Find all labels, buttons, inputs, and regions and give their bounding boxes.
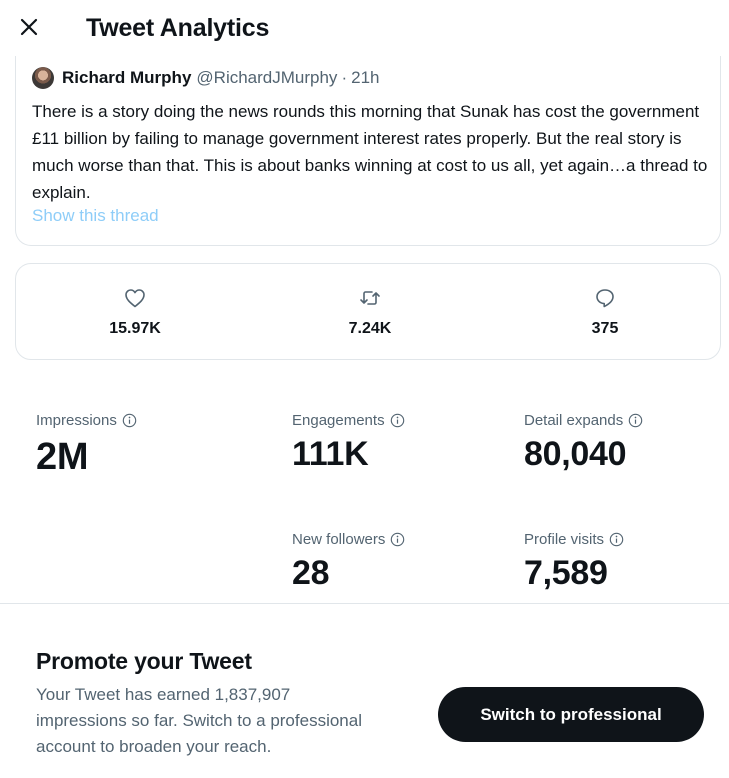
- tweet-text: There is a story doing the news rounds t…: [32, 102, 708, 202]
- divider: [0, 603, 729, 604]
- engagements-label: Engagements: [292, 412, 385, 429]
- close-icon: [20, 18, 38, 36]
- tweet-card[interactable]: Richard Murphy @RichardJMurphy · 21h The…: [15, 56, 721, 246]
- new-followers-label: New followers: [292, 531, 386, 548]
- header: Tweet Analytics: [0, 0, 729, 58]
- new-followers-value: 28: [292, 554, 330, 592]
- heart-icon: [125, 289, 145, 308]
- info-icon[interactable]: [122, 413, 137, 428]
- detail-expands-stat: Detail expands 80,040: [524, 412, 643, 474]
- switch-to-professional-button[interactable]: Switch to professional: [438, 687, 704, 742]
- tweet-time[interactable]: 21h: [351, 68, 379, 88]
- new-followers-stat: New followers 28: [292, 531, 405, 593]
- info-icon[interactable]: [628, 413, 643, 428]
- engagements-stat: Engagements 111K: [292, 412, 405, 474]
- impressions-value: 2M: [36, 436, 89, 478]
- retweets-metric[interactable]: 7.24K: [305, 286, 435, 338]
- engagements-value: 111K: [292, 435, 369, 473]
- close-button[interactable]: [14, 12, 44, 42]
- engagement-metrics-card: 15.97K 7.24K 375: [15, 263, 721, 360]
- author-handle[interactable]: @RichardJMurphy: [196, 68, 337, 88]
- info-icon[interactable]: [390, 413, 405, 428]
- replies-count: 375: [591, 320, 619, 337]
- promote-description: Your Tweet has earned 1,837,907 impressi…: [36, 685, 362, 756]
- replies-metric[interactable]: 375: [540, 286, 670, 338]
- likes-metric[interactable]: 15.97K: [70, 286, 200, 338]
- author-name[interactable]: Richard Murphy: [62, 68, 191, 88]
- info-icon[interactable]: [390, 532, 405, 547]
- detail-expands-value: 80,040: [524, 435, 627, 473]
- info-icon[interactable]: [609, 532, 624, 547]
- impressions-label: Impressions: [36, 412, 117, 429]
- impressions-stat: Impressions 2M: [36, 412, 137, 479]
- retweets-count: 7.24K: [348, 320, 392, 337]
- likes-count: 15.97K: [109, 320, 161, 337]
- tweet-header: Richard Murphy @RichardJMurphy · 21h: [32, 67, 379, 89]
- reply-icon: [596, 289, 614, 308]
- detail-expands-label: Detail expands: [524, 412, 624, 429]
- retweet-icon: [360, 291, 380, 305]
- show-thread-link[interactable]: Show this thread: [32, 206, 159, 226]
- profile-visits-value: 7,589: [524, 554, 608, 592]
- profile-visits-stat: Profile visits 7,589: [524, 531, 624, 593]
- page-title: Tweet Analytics: [86, 14, 270, 42]
- avatar[interactable]: [32, 67, 54, 89]
- profile-visits-label: Profile visits: [524, 531, 605, 548]
- separator: ·: [341, 68, 348, 87]
- promote-title: Promote your Tweet: [36, 648, 252, 674]
